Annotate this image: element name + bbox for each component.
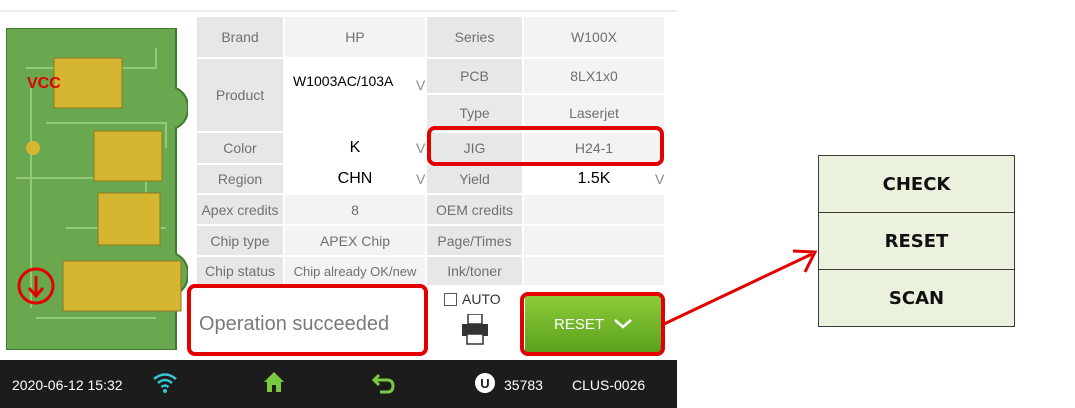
chip-status-label: Chip status [197,257,283,285]
action-highlight [520,292,665,356]
brand-label: Brand [197,17,283,57]
region-value: CHN [337,170,373,187]
pcb-value: 8LX1x0 [524,59,664,93]
color-value: K [349,139,361,156]
chip-type-label: Chip type [197,226,283,255]
auto-label: AUTO [462,291,501,307]
count-value: 35783 [504,377,543,393]
pcb-label: PCB [427,59,522,93]
page-times-label: Page/Times [427,226,522,255]
series-label: Series [427,17,522,57]
yield-select[interactable]: 1.5K [524,165,664,193]
product-label: Product [197,59,283,131]
oem-credits-value [524,195,664,224]
printer-icon[interactable] [461,314,489,346]
product-dropdown-icon[interactable]: V [416,77,425,93]
page-times-value [524,226,664,255]
arrow-icon [663,249,818,326]
region-select[interactable]: CHN [285,165,425,193]
device-id: CLUS-0026 [572,377,646,393]
chip-status-value: Chip already OK/new [285,257,425,285]
ink-toner-value [524,257,664,285]
menu-item-check[interactable]: CHECK [818,155,1015,213]
yield-label: Yield [427,165,522,193]
home-icon[interactable] [262,370,286,394]
color-label: Color [197,133,283,163]
brand-value: HP [285,17,425,57]
region-dropdown-icon[interactable]: V [416,171,425,187]
color-dropdown-icon[interactable]: V [416,140,425,156]
datetime: 2020-06-12 15:32 [12,377,123,393]
region-label: Region [197,165,283,193]
yield-value: 1.5K [577,170,611,187]
back-icon[interactable] [372,372,396,394]
checkbox-box[interactable] [444,292,457,306]
apex-credits-label: Apex credits [197,195,283,224]
jig-highlight [427,126,664,166]
menu-item-reset[interactable]: RESET [818,212,1015,270]
action-menu: CHECK RESET SCAN [818,155,1015,327]
vcc-label: VCC [27,75,61,92]
series-value: W100X [524,17,664,57]
status-bar: 2020-06-12 15:32 U 35783 CLUS-0026 [0,360,677,408]
apex-credits-value: 8 [285,195,425,224]
ink-toner-label: Ink/toner [427,257,522,285]
yield-dropdown-icon[interactable]: V [655,171,664,187]
u-badge: U [475,373,495,393]
menu-item-scan[interactable]: SCAN [818,269,1015,327]
device-screen: VCC Brand HP Series W100X Product W1003A… [0,0,677,408]
wifi-icon [153,373,177,393]
operation-highlight [187,284,428,356]
auto-checkbox[interactable]: AUTO [444,291,501,307]
oem-credits-label: OEM credits [427,195,522,224]
color-select[interactable]: K [285,133,425,163]
top-divider [0,10,677,12]
chip-type-value: APEX Chip [285,226,425,255]
product-select[interactable]: W1003AC/103A [285,59,425,131]
product-value: W1003AC/103A [293,73,394,89]
